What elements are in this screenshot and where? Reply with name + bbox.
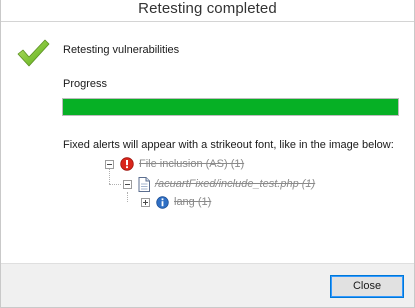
window-title: Retesting completed: [138, 0, 277, 17]
info-icon: [156, 195, 169, 209]
collapse-icon[interactable]: [123, 179, 132, 189]
tree-connector: [127, 192, 128, 202]
tree-connector: [109, 184, 121, 185]
retest-dialog: Retesting completed Retesting vulnerabil…: [0, 0, 415, 308]
close-button[interactable]: Close: [330, 275, 404, 298]
file-icon: [138, 176, 150, 192]
tree-item-label: lang (1): [174, 196, 212, 208]
title-divider: [1, 21, 414, 22]
tree-item-label: /acuartFixed/include_test.php (1): [155, 178, 316, 190]
expand-icon[interactable]: [141, 197, 150, 207]
dialog-footer: Close: [1, 263, 414, 308]
status-heading: Retesting vulnerabilities: [63, 44, 180, 56]
tree-item-label: File inclusion (AS) (1): [139, 158, 245, 170]
tree-item-file[interactable]: /acuartFixed/include_test.php (1): [123, 176, 315, 192]
progress-bar: [62, 98, 399, 116]
example-alert-tree: File inclusion (AS) (1) /acuartFixed/inc…: [101, 155, 401, 215]
tree-item-alert[interactable]: File inclusion (AS) (1): [105, 156, 244, 172]
progress-label: Progress: [63, 78, 108, 90]
collapse-icon[interactable]: [105, 159, 114, 169]
tree-item-parameter[interactable]: lang (1): [141, 194, 211, 210]
alert-high-icon: [120, 157, 134, 171]
progress-bar-fill: [63, 99, 398, 115]
strikeout-note: Fixed alerts will appear with a strikeou…: [63, 139, 394, 151]
title-bar: Retesting completed: [1, 0, 414, 22]
success-checkmark-icon: [17, 39, 50, 67]
